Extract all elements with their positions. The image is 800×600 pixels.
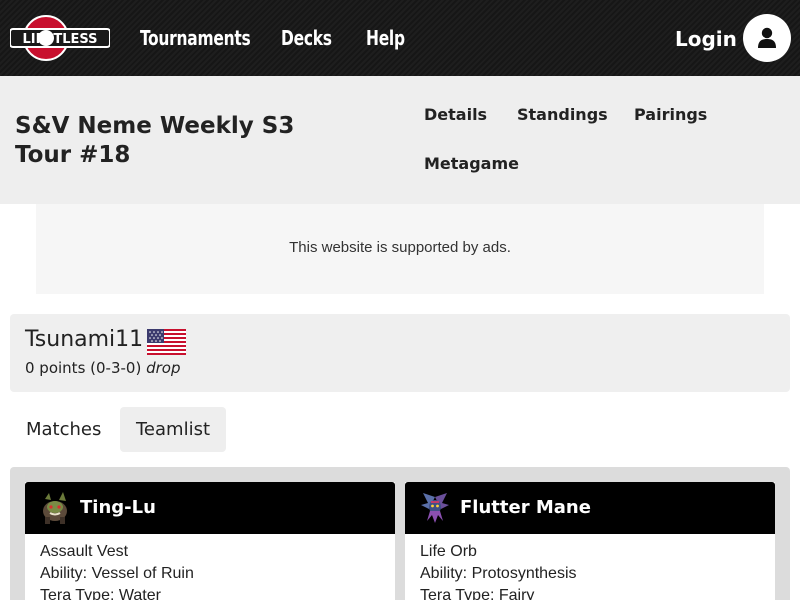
flutter-mane-sprite-icon	[421, 493, 449, 523]
pokemon-tera-type: Tera Type: Fairy	[420, 587, 535, 600]
pokemon-card-header: Flutter Mane	[405, 482, 775, 534]
pokemon-ability: Ability: Vessel of Ruin	[40, 565, 194, 582]
pokemon-tera-type: Tera Type: Water	[40, 587, 161, 600]
tab-metagame[interactable]: Metagame	[424, 154, 519, 173]
player-record: 0 points (0-3-0) drop	[25, 359, 180, 377]
top-navbar: LIMITLESS Tournaments Decks Help Login	[0, 0, 800, 76]
login-link[interactable]: Login	[675, 27, 737, 51]
user-icon	[758, 27, 776, 48]
player-drop-status: drop	[146, 359, 181, 377]
nav-tournaments-link[interactable]: Tournaments	[140, 26, 251, 54]
nav-help-link[interactable]: Help	[366, 26, 405, 54]
tab-details[interactable]: Details	[424, 105, 487, 124]
limitless-logo[interactable]: LIMITLESS	[9, 14, 111, 62]
tournament-title: S&V Neme Weekly S3 Tour #18	[15, 113, 295, 168]
us-flag-icon	[147, 329, 186, 355]
pokemon-card: Flutter Mane Life Orb Ability: Protosynt…	[405, 482, 775, 600]
tournament-header: S&V Neme Weekly S3 Tour #18 Details Stan…	[0, 76, 800, 204]
subtab-matches[interactable]: Matches	[10, 407, 117, 452]
pokemon-item: Assault Vest	[40, 543, 129, 560]
player-name: Tsunami11	[25, 327, 144, 352]
ting-lu-sprite-icon	[43, 492, 67, 524]
player-points-record: 0 points (0-3-0)	[25, 359, 142, 377]
tab-standings[interactable]: Standings	[517, 105, 608, 124]
tab-pairings[interactable]: Pairings	[634, 105, 707, 124]
svg-text:LIMITLESS: LIMITLESS	[22, 32, 97, 47]
pokemon-card: Ting-Lu Assault Vest Ability: Vessel of …	[25, 482, 395, 600]
pokemon-ability: Ability: Protosynthesis	[420, 565, 577, 582]
subtab-teamlist[interactable]: Teamlist	[120, 407, 227, 452]
pokemon-name: Ting-Lu	[80, 497, 156, 518]
pokemon-item: Life Orb	[420, 543, 477, 560]
ad-banner: This website is supported by ads.	[36, 204, 764, 294]
user-account-button[interactable]	[743, 14, 791, 62]
pokemon-card-header: Ting-Lu	[25, 482, 395, 534]
player-card: Tsunami11 0 points (0-3-0) drop	[10, 314, 790, 392]
ad-notice-text: This website is supported by ads.	[289, 239, 511, 256]
nav-decks-link[interactable]: Decks	[281, 26, 332, 54]
pokemon-name: Flutter Mane	[460, 497, 591, 518]
